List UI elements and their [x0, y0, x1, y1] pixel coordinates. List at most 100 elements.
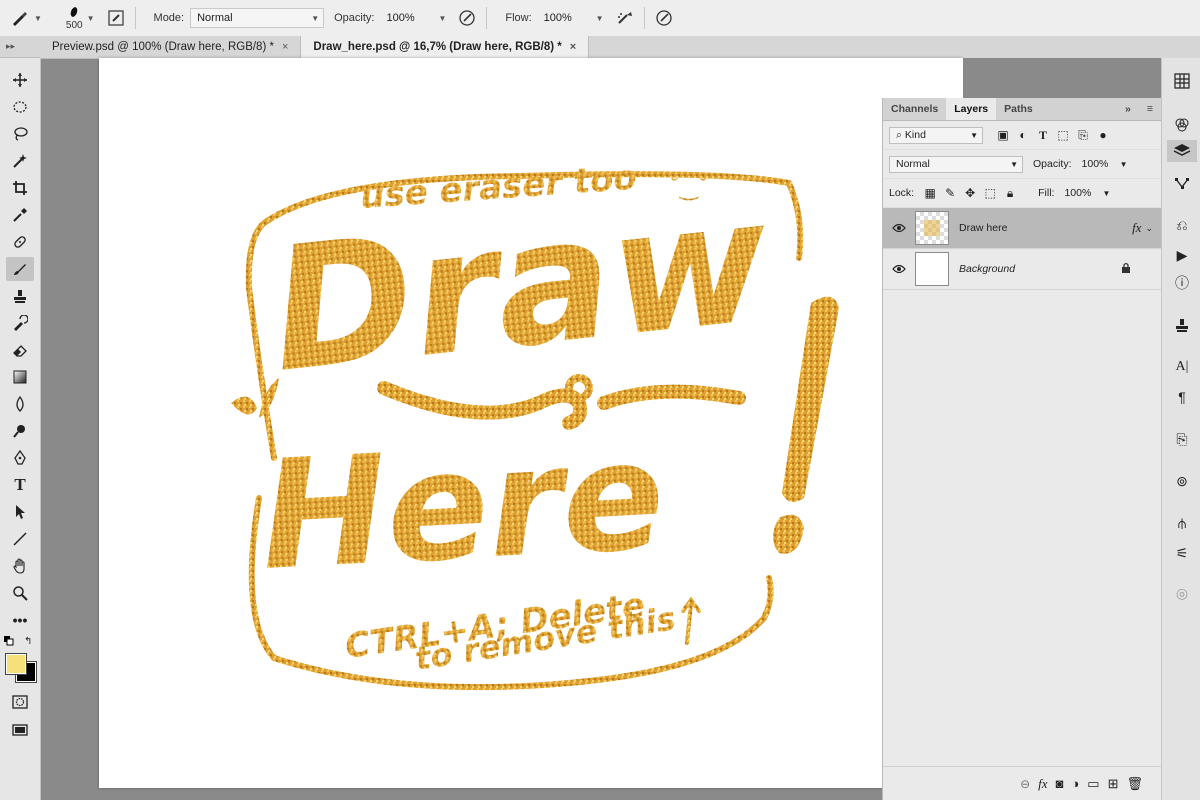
adjustments-panel-icon[interactable]: ⚟	[1171, 542, 1193, 564]
blur-tool-icon[interactable]	[6, 392, 34, 416]
chevron-down-icon[interactable]: ▼	[87, 14, 95, 23]
chevron-down-icon[interactable]: ▼	[438, 14, 446, 23]
layer-row-background[interactable]: Background	[883, 249, 1161, 290]
filter-type-icon[interactable]: T	[1033, 126, 1053, 144]
opacity-field[interactable]: 100%	[380, 9, 434, 27]
more-tools-icon[interactable]: •••	[6, 608, 34, 632]
tab-layers[interactable]: Layers	[946, 98, 997, 120]
lock-position-icon[interactable]: ✥	[960, 184, 980, 202]
history-brush-tool-icon[interactable]	[6, 311, 34, 335]
hand-tool-icon[interactable]	[6, 554, 34, 578]
pressure-opacity-icon[interactable]	[456, 7, 478, 29]
pressure-size-icon[interactable]	[653, 7, 675, 29]
color-panel-icon[interactable]	[1171, 114, 1193, 136]
brush-tool-preset-icon[interactable]	[8, 7, 30, 29]
eye-icon[interactable]	[883, 264, 915, 274]
blend-mode-select[interactable]: Normal ▼	[889, 155, 1023, 173]
grid-panel-icon[interactable]	[1171, 70, 1193, 92]
layers-panel-icon[interactable]	[1167, 140, 1197, 162]
actions-panel-icon[interactable]: ▶	[1171, 244, 1193, 266]
type-tool-icon[interactable]: T	[6, 473, 34, 497]
tab-channels[interactable]: Channels	[883, 98, 946, 120]
healing-brush-tool-icon[interactable]	[6, 230, 34, 254]
lock-all-icon[interactable]: 🔒︎	[1000, 184, 1020, 202]
libraries-panel-icon[interactable]: ⊚	[1171, 470, 1193, 492]
lasso-tool-icon[interactable]	[6, 122, 34, 146]
close-icon[interactable]: ×	[570, 41, 576, 53]
new-group-icon[interactable]: ▭	[1087, 776, 1099, 792]
brush-tool-icon[interactable]	[6, 257, 34, 281]
filter-toggle-icon[interactable]: ●	[1093, 126, 1113, 144]
quick-mask-icon[interactable]	[6, 690, 34, 714]
panel-collapse-icon[interactable]: »	[1117, 98, 1139, 120]
chevron-down-icon[interactable]: ▼	[596, 14, 604, 23]
chevron-down-icon[interactable]: ▼	[34, 14, 42, 23]
fill-label: Fill:	[1038, 187, 1055, 199]
layer-opacity-value: 100%	[1081, 158, 1109, 170]
filter-kind-select[interactable]: ⌕ Kind ▼	[889, 126, 983, 144]
brushes-panel-icon[interactable]: ⫛	[1171, 512, 1193, 534]
flow-field[interactable]: 100%	[538, 9, 592, 27]
tab-paths[interactable]: Paths	[996, 98, 1041, 120]
filter-shape-icon[interactable]: ⬚	[1053, 126, 1073, 144]
hand-lettering-artwork: use eraser too ˘‿˘ Draw Here CTRL+A; Del…	[231, 158, 839, 691]
foreground-color-swatch[interactable]	[5, 653, 27, 675]
clone-source-panel-icon[interactable]	[1171, 314, 1193, 336]
filter-smart-object-icon[interactable]: ⎘	[1073, 126, 1093, 144]
delete-layer-icon[interactable]: 🗑︎	[1126, 776, 1143, 792]
link-layers-icon[interactable]: ⊖	[1020, 777, 1030, 791]
layer-row-draw-here[interactable]: Draw here fx ⌄	[883, 208, 1161, 249]
swap-colors-icon[interactable]: ↰	[24, 636, 32, 647]
lock-pixels-icon[interactable]: ✎	[940, 184, 960, 202]
chevron-down-icon: ▼	[1102, 188, 1111, 198]
airbrush-icon[interactable]	[614, 7, 636, 29]
paragraph-panel-icon[interactable]: ¶	[1171, 386, 1193, 408]
brush-size-picker[interactable]: 500	[66, 6, 83, 31]
lock-transparency-icon[interactable]: ▦	[920, 184, 940, 202]
chevron-down-icon[interactable]: ⌄	[1145, 223, 1153, 234]
properties-panel-icon[interactable]: ◎	[1171, 582, 1193, 604]
screen-mode-icon[interactable]	[6, 718, 34, 742]
crop-tool-icon[interactable]	[6, 176, 34, 200]
move-tool-icon[interactable]	[6, 68, 34, 92]
panel-menu-icon[interactable]: ≡	[1139, 98, 1161, 120]
tab-preview[interactable]: Preview.psd @ 100% (Draw here, RGB/8) * …	[40, 36, 302, 58]
filter-pixel-icon[interactable]: ▣	[993, 126, 1013, 144]
line-tool-icon[interactable]	[6, 527, 34, 551]
fill-field[interactable]: 100% ▼	[1058, 185, 1110, 202]
eye-icon[interactable]	[883, 223, 915, 233]
filter-adjustment-icon[interactable]: ◐	[1013, 126, 1033, 144]
character-panel-icon[interactable]: A|	[1171, 356, 1193, 378]
default-colors-icon[interactable]	[4, 636, 14, 646]
pen-tool-icon[interactable]	[6, 446, 34, 470]
layer-opacity-field[interactable]: 100% ▼	[1076, 156, 1128, 173]
mode-select[interactable]: Normal ▼	[190, 8, 325, 28]
gradient-tool-icon[interactable]	[6, 365, 34, 389]
add-layer-mask-icon[interactable]: ◙	[1056, 776, 1064, 791]
magic-wand-tool-icon[interactable]	[6, 149, 34, 173]
new-layer-icon[interactable]: ⊞	[1108, 776, 1119, 792]
add-layer-style-icon[interactable]: fx	[1038, 776, 1047, 792]
history-panel-icon[interactable]: ⎌	[1171, 214, 1193, 236]
glyphs-panel-icon[interactable]: ⎘	[1171, 428, 1193, 450]
toolbar-collapse-icon[interactable]: ▸▸	[0, 36, 40, 58]
path-selection-tool-icon[interactable]	[6, 500, 34, 524]
blend-mode-value: Normal	[896, 158, 930, 170]
eraser-tool-icon[interactable]	[6, 338, 34, 362]
layer-effects-icon[interactable]: fx	[1132, 220, 1141, 236]
divider	[134, 7, 136, 29]
paths-panel-icon[interactable]	[1171, 172, 1193, 194]
clone-stamp-tool-icon[interactable]	[6, 284, 34, 308]
eyedropper-tool-icon[interactable]	[6, 203, 34, 227]
new-adjustment-layer-icon[interactable]: ◑	[1071, 776, 1079, 791]
arrow-up-icon	[681, 596, 701, 645]
lock-artboard-icon[interactable]: ⬚	[980, 184, 1000, 202]
chevron-down-icon: ▼	[311, 13, 320, 23]
tab-draw-here[interactable]: Draw_here.psd @ 16,7% (Draw here, RGB/8)…	[301, 36, 590, 58]
marquee-tool-icon[interactable]	[6, 95, 34, 119]
dodge-tool-icon[interactable]	[6, 419, 34, 443]
brush-settings-panel-icon[interactable]	[105, 7, 127, 29]
info-panel-icon[interactable]: ⓘ	[1171, 272, 1193, 294]
zoom-tool-icon[interactable]	[6, 581, 34, 605]
close-icon[interactable]: ×	[282, 41, 288, 53]
